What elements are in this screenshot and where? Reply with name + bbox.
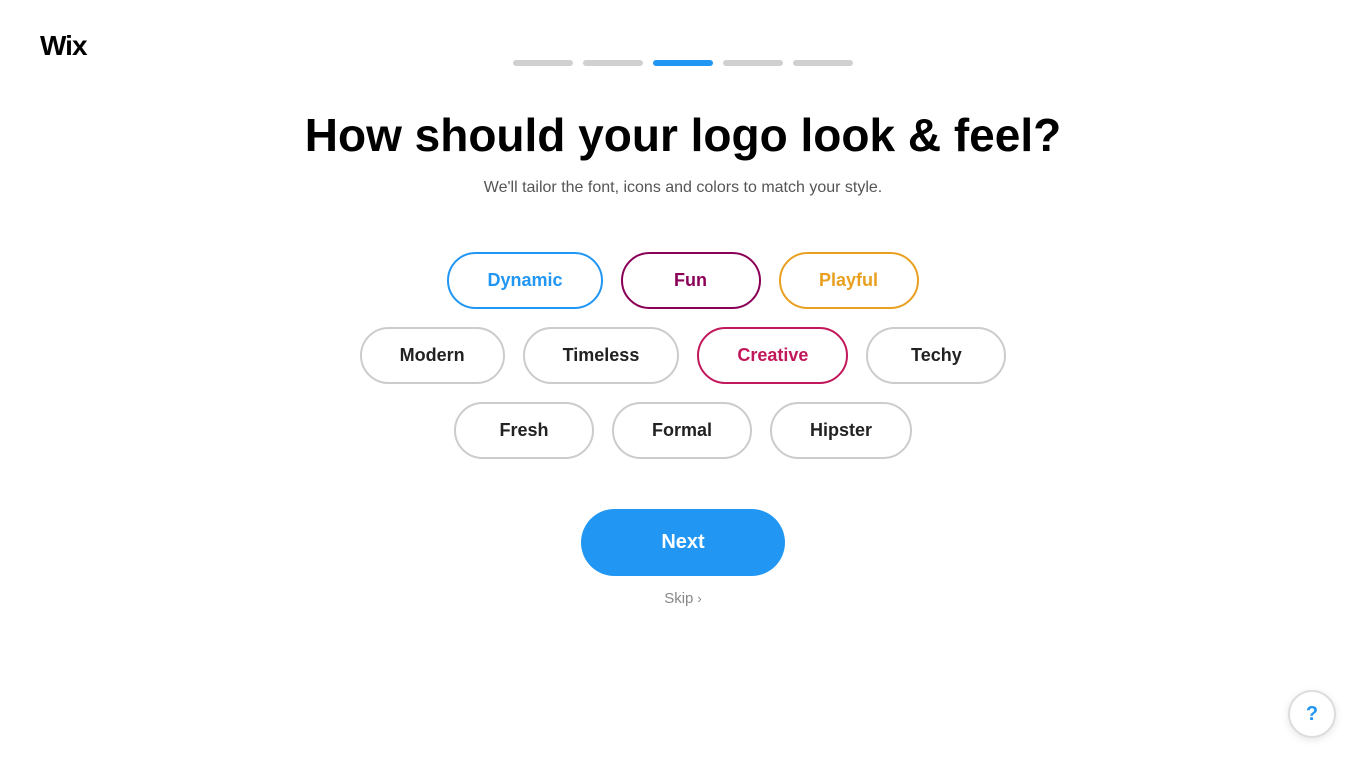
style-btn-fun[interactable]: Fun <box>621 252 761 309</box>
style-btn-playful[interactable]: Playful <box>779 252 919 309</box>
skip-button[interactable]: Skip › <box>664 590 702 607</box>
style-options: Dynamic Fun Playful Modern Timeless Crea… <box>360 252 1007 459</box>
style-btn-creative[interactable]: Creative <box>697 327 848 384</box>
progress-segment-1 <box>513 60 573 66</box>
style-btn-formal[interactable]: Formal <box>612 402 752 459</box>
style-btn-timeless[interactable]: Timeless <box>523 327 680 384</box>
progress-segment-5 <box>793 60 853 66</box>
progress-segment-4 <box>723 60 783 66</box>
next-button[interactable]: Next <box>581 509 784 576</box>
style-btn-modern[interactable]: Modern <box>360 327 505 384</box>
style-btn-techy[interactable]: Techy <box>866 327 1006 384</box>
style-btn-hipster[interactable]: Hipster <box>770 402 912 459</box>
main-content: How should your logo look & feel? We'll … <box>0 0 1366 607</box>
help-button[interactable]: ? <box>1288 690 1336 738</box>
progress-segment-3 <box>653 60 713 66</box>
actions-container: Next Skip › <box>581 459 784 607</box>
progress-segment-2 <box>583 60 643 66</box>
page-subtitle: We'll tailor the font, icons and colors … <box>484 179 883 197</box>
wix-logo: Wix <box>40 30 87 62</box>
skip-label: Skip <box>664 590 693 607</box>
page-title: How should your logo look & feel? <box>305 110 1061 161</box>
style-btn-fresh[interactable]: Fresh <box>454 402 594 459</box>
style-btn-dynamic[interactable]: Dynamic <box>447 252 602 309</box>
style-row-3: Fresh Formal Hipster <box>454 402 912 459</box>
style-row-1: Dynamic Fun Playful <box>447 252 918 309</box>
style-row-2: Modern Timeless Creative Techy <box>360 327 1007 384</box>
skip-chevron-icon: › <box>697 591 701 606</box>
progress-bar <box>0 60 1366 66</box>
